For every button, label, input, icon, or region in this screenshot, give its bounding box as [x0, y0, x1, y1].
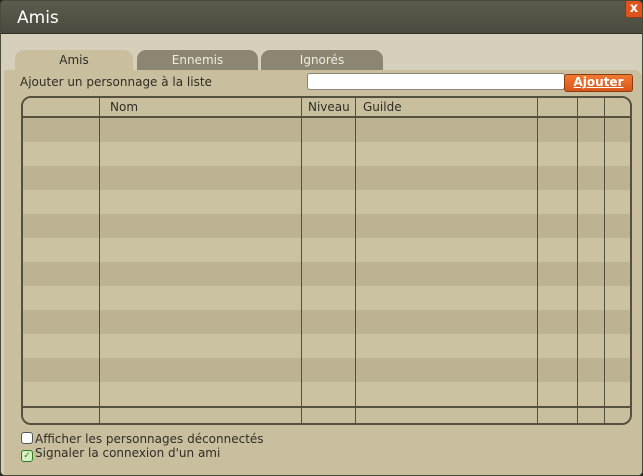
table-row[interactable]: [23, 142, 630, 166]
column-divider: [537, 98, 538, 423]
table-row[interactable]: [23, 334, 630, 358]
add-button[interactable]: Ajouter: [564, 74, 633, 92]
column-divider: [577, 98, 578, 423]
column-divider: [355, 98, 356, 423]
table-row[interactable]: [23, 118, 630, 142]
column-header-extra-3[interactable]: [608, 98, 628, 116]
table-footer: [23, 406, 630, 423]
table-row[interactable]: [23, 262, 630, 286]
checkbox-notify-login[interactable]: ✓: [21, 450, 33, 462]
table-row[interactable]: [23, 310, 630, 334]
add-character-label: Ajouter un personnage à la liste: [20, 75, 212, 89]
column-header-guilde[interactable]: Guilde: [363, 98, 533, 116]
window-content: Amis Ennemis Ignorés Ajouter un personna…: [1, 34, 642, 475]
friends-table: Nom Niveau Guilde: [21, 96, 632, 425]
table-row[interactable]: [23, 382, 630, 406]
table-header: Nom Niveau Guilde: [23, 98, 630, 118]
column-divider: [99, 98, 100, 423]
window-titlebar[interactable]: Amis x: [1, 1, 642, 34]
option-show-offline[interactable]: Afficher les personnages déconnectés: [21, 432, 264, 446]
table-row[interactable]: [23, 286, 630, 310]
column-divider: [301, 98, 302, 423]
friends-window: Amis x Amis Ennemis Ignorés Ajouter un p…: [0, 0, 643, 476]
column-header-extra-1[interactable]: [541, 98, 577, 116]
tab-amis[interactable]: Amis: [15, 50, 133, 70]
table-row[interactable]: [23, 190, 630, 214]
table-row[interactable]: [23, 214, 630, 238]
option-notify-login-label: Signaler la connexion d'un ami: [35, 446, 221, 460]
add-character-input[interactable]: [307, 73, 565, 90]
window-title: Amis: [17, 8, 59, 28]
table-row[interactable]: [23, 166, 630, 190]
close-icon[interactable]: x: [625, 1, 642, 18]
option-show-offline-label: Afficher les personnages déconnectés: [35, 432, 264, 446]
column-header-nom[interactable]: Nom: [110, 98, 300, 116]
tab-ennemis[interactable]: Ennemis: [137, 50, 258, 70]
column-header-icon[interactable]: [27, 98, 97, 116]
table-row[interactable]: [23, 358, 630, 382]
checkbox-show-offline[interactable]: [21, 432, 33, 444]
table-row[interactable]: [23, 238, 630, 262]
column-header-niveau[interactable]: Niveau: [308, 98, 358, 116]
tab-ignores[interactable]: Ignorés: [261, 50, 383, 70]
table-body: [23, 118, 630, 406]
column-header-extra-2[interactable]: [581, 98, 605, 116]
option-notify-login[interactable]: ✓ Signaler la connexion d'un ami: [21, 446, 221, 462]
column-divider: [604, 98, 605, 423]
